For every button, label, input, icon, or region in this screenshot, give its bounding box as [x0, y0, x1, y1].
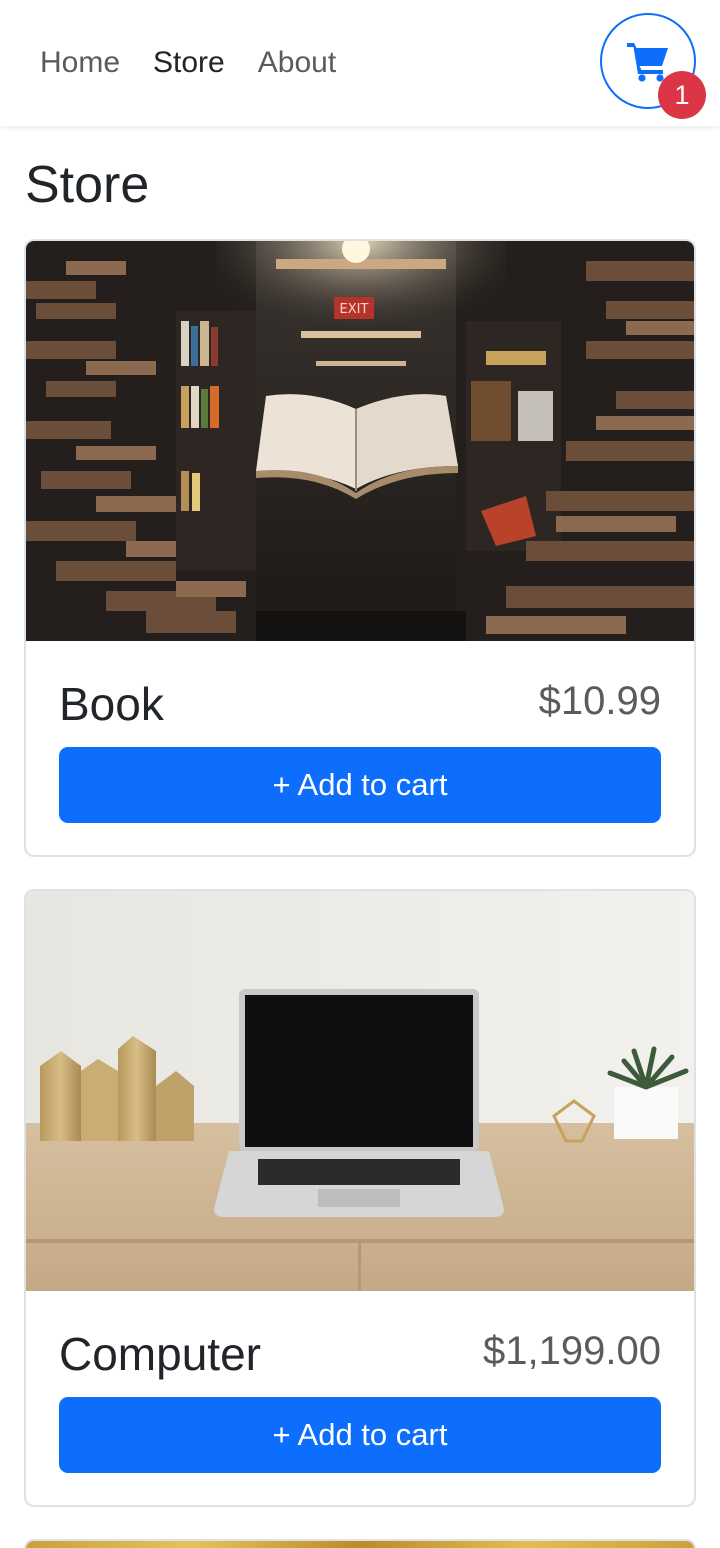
product-card-computer: Computer $1,199.00 + Add to cart — [24, 889, 696, 1507]
product-card-body: Computer $1,199.00 + Add to cart — [26, 1291, 694, 1505]
laptop-on-desk-photo — [26, 891, 694, 1291]
product-image-computer — [26, 891, 694, 1291]
page-title: Store — [25, 156, 150, 214]
product-card-body: Book $10.99 + Add to cart — [26, 641, 694, 855]
add-to-cart-button[interactable]: + Add to cart — [59, 747, 661, 823]
nav-link-about[interactable]: About — [258, 46, 336, 80]
shopping-cart-icon — [627, 43, 668, 82]
product-card-partial — [24, 1539, 696, 1548]
cart-count-badge: 1 — [658, 71, 706, 119]
nav-links: Home Store About — [40, 46, 369, 80]
product-image-book: EXIT — [26, 241, 694, 641]
nav-link-store[interactable]: Store — [153, 46, 225, 80]
add-to-cart-button[interactable]: + Add to cart — [59, 1397, 661, 1473]
floating-book-library-photo: EXIT — [26, 241, 694, 641]
product-card-book: EXIT Book $10.99 + Add to cart — [24, 239, 696, 857]
product-price: $1,199.00 — [483, 1329, 661, 1373]
product-price: $10.99 — [538, 679, 661, 723]
product-name: Computer — [59, 1328, 261, 1380]
navbar: Home Store About 1 — [0, 0, 720, 126]
svg-text:EXIT: EXIT — [340, 302, 369, 317]
product-name: Book — [59, 678, 164, 730]
nav-link-home[interactable]: Home — [40, 46, 120, 80]
